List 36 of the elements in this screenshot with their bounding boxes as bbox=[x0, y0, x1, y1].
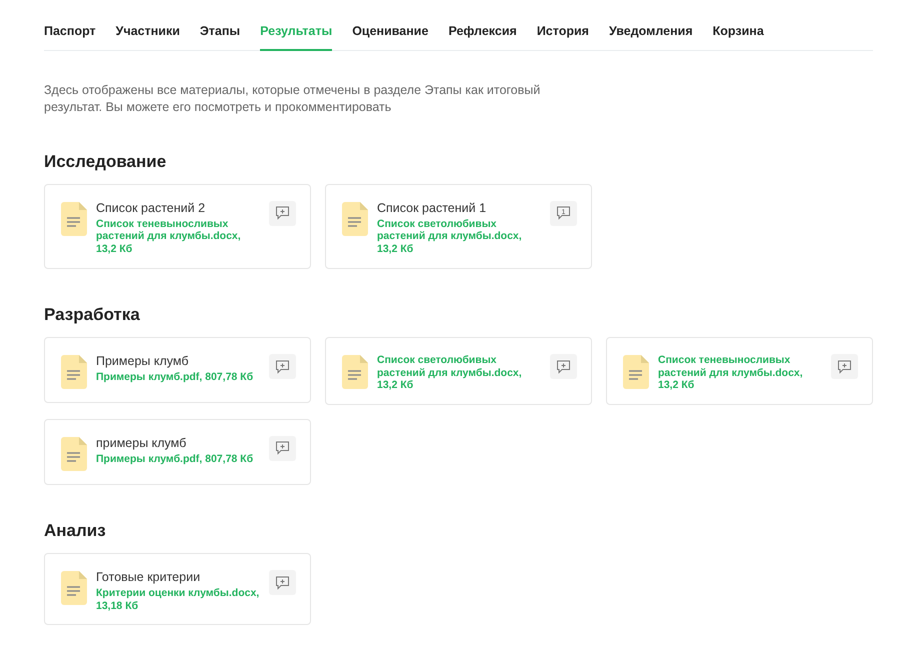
comment-button[interactable] bbox=[550, 354, 577, 380]
add-comment-icon bbox=[837, 360, 852, 374]
file-title: примеры клумб bbox=[96, 436, 188, 451]
document-icon bbox=[623, 355, 649, 390]
file-title: Готовые критерии bbox=[96, 570, 202, 586]
add-comment-icon bbox=[275, 206, 290, 220]
tab[interactable]: Рефлексия bbox=[448, 12, 517, 51]
add-comment-icon bbox=[275, 576, 290, 590]
tab[interactable]: Оценивание bbox=[352, 12, 428, 51]
section-heading: Анализ bbox=[44, 520, 107, 542]
file-title: Список растений 2 bbox=[96, 200, 206, 216]
add-comment-icon bbox=[275, 360, 290, 374]
description-text: Здесь отображены все материалы, которые отмечены в разделе Этапы как итоговый результат. Вы можете его посмотреть и прокомментировать bbox=[44, 82, 542, 116]
tab[interactable]: История bbox=[536, 12, 589, 51]
section-heading: Разработка bbox=[44, 304, 141, 326]
tab[interactable]: Участники bbox=[116, 12, 180, 51]
comment-button[interactable] bbox=[269, 570, 296, 596]
tab[interactable]: Этапы bbox=[200, 12, 240, 51]
document-icon bbox=[61, 355, 87, 390]
comment-button[interactable] bbox=[269, 354, 296, 380]
file-title: Примеры клумб bbox=[96, 354, 190, 370]
comment-button[interactable] bbox=[831, 354, 858, 380]
tab[interactable]: Уведомления bbox=[608, 12, 693, 51]
document-icon bbox=[342, 202, 368, 236]
tab[interactable]: Корзина bbox=[712, 12, 764, 51]
comment-button[interactable] bbox=[269, 436, 296, 461]
document-icon bbox=[61, 202, 87, 236]
add-comment-icon bbox=[275, 441, 290, 456]
document-icon bbox=[342, 355, 368, 390]
tab[interactable]: Паспорт bbox=[44, 12, 96, 51]
file-title: Список растений 1 bbox=[377, 200, 488, 216]
section-heading: Исследование bbox=[44, 152, 168, 172]
document-icon bbox=[61, 571, 87, 606]
comment-button[interactable] bbox=[269, 200, 296, 226]
add-comment-icon bbox=[556, 360, 571, 374]
document-icon bbox=[61, 436, 87, 471]
